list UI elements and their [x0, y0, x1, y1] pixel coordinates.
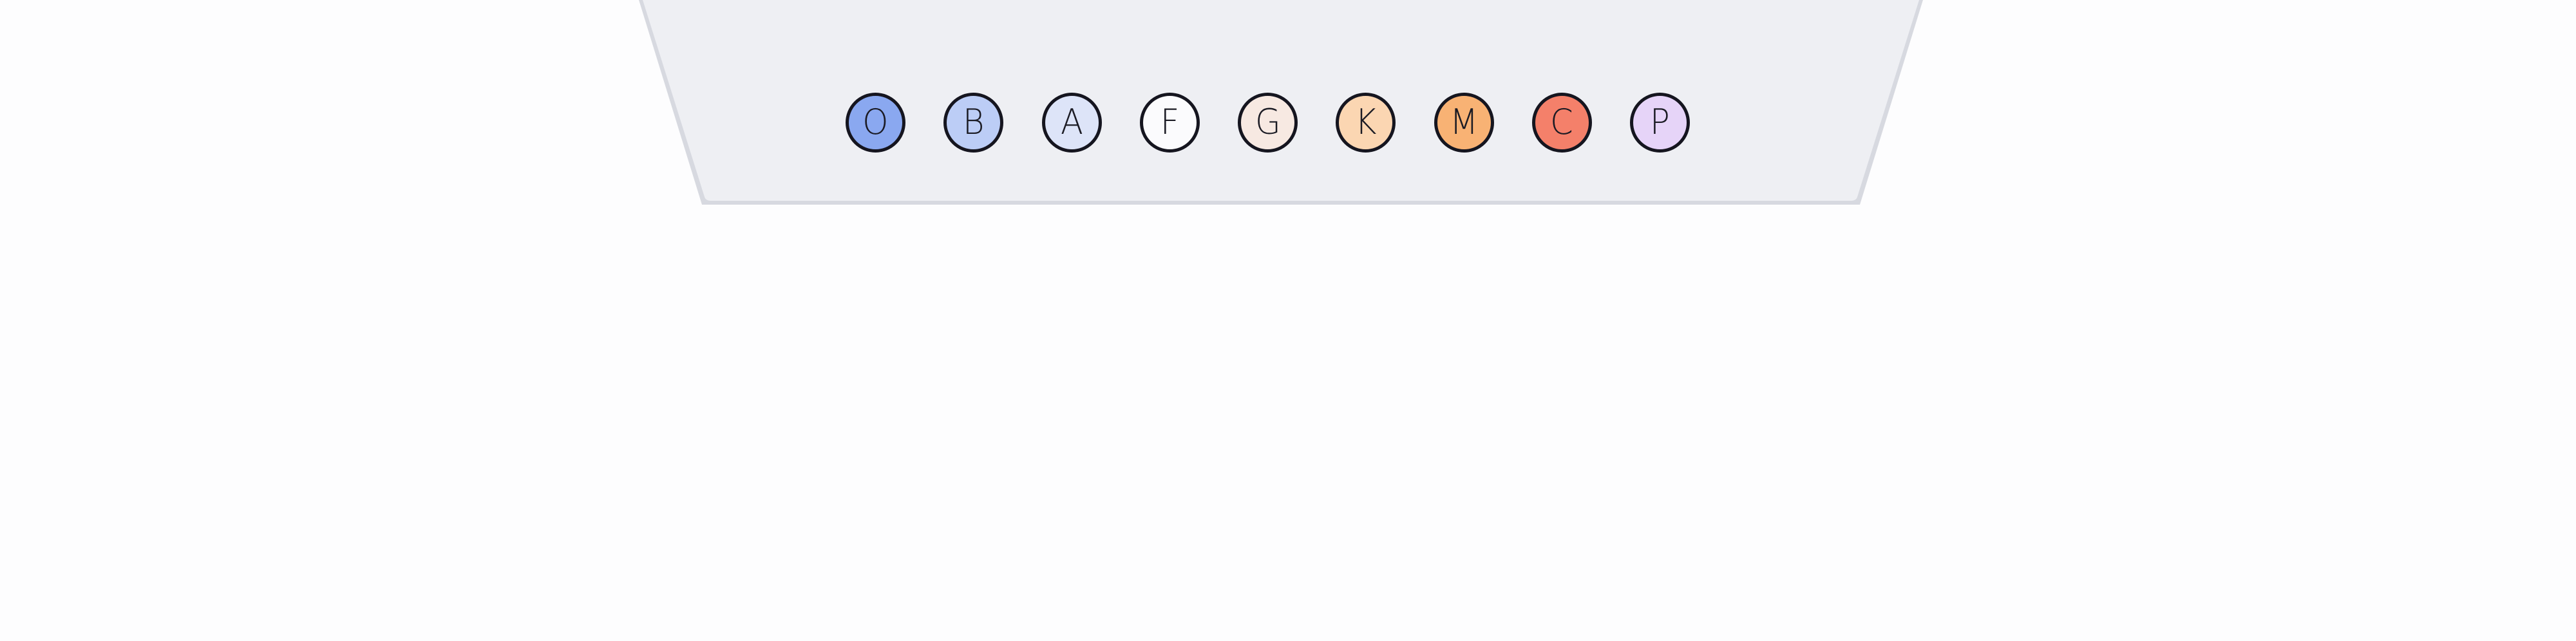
swatch-row: O B A F G K M C P	[846, 91, 1690, 153]
swatch-b-label: B	[962, 102, 985, 142]
swatch-k-label: K	[1354, 102, 1377, 142]
swatch-c-label: C	[1550, 102, 1574, 142]
swatch-m-label: M	[1449, 102, 1479, 142]
swatch-m[interactable]: M	[1434, 92, 1494, 153]
swatch-p-label: P	[1650, 102, 1670, 142]
swatch-b[interactable]: B	[943, 92, 1004, 153]
swatch-a[interactable]: A	[1041, 92, 1102, 153]
swatch-p[interactable]: P	[1630, 92, 1690, 153]
swatch-g[interactable]: G	[1238, 92, 1298, 153]
swatch-a-label: A	[1060, 102, 1083, 142]
swatch-o[interactable]: O	[846, 92, 905, 153]
swatch-g-label: G	[1255, 102, 1281, 142]
swatch-o-label: O	[862, 102, 889, 142]
swatch-f[interactable]: F	[1139, 92, 1200, 153]
canvas: O B A F G K M C P	[0, 0, 2576, 641]
swatch-c[interactable]: C	[1531, 92, 1592, 153]
swatch-k[interactable]: K	[1336, 92, 1396, 153]
swatch-f-label: F	[1160, 102, 1180, 142]
